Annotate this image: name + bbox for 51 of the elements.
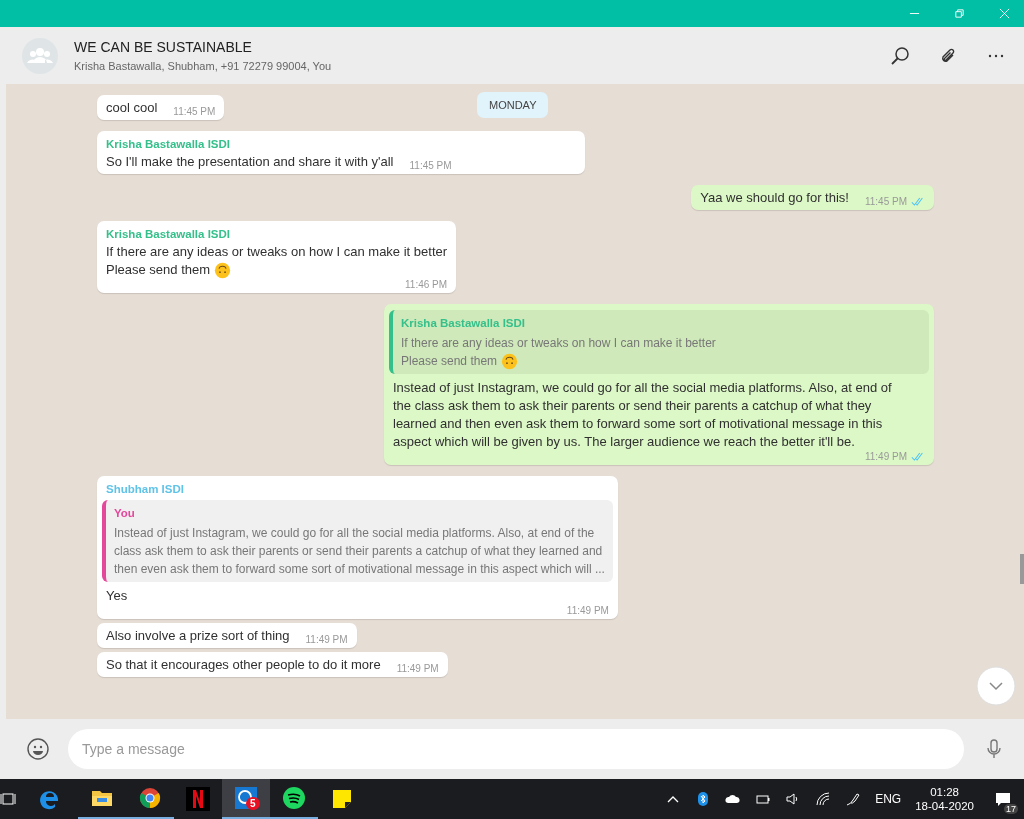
message-input[interactable]: Type a message xyxy=(68,729,964,769)
quoted-message[interactable]: Krisha Bastawalla ISDI If there are any ideas or tweaks on how I can make it better Please send them xyxy=(389,310,929,374)
scrollbar-thumb[interactable] xyxy=(1020,554,1024,584)
quote-author: You xyxy=(114,506,136,521)
message-time: 11:49 PM xyxy=(305,634,348,645)
group-name[interactable]: WE CAN BE SUSTAINABLE xyxy=(74,39,862,55)
sticky-note-icon xyxy=(330,787,354,811)
clock-time[interactable]: 01:28 xyxy=(930,786,959,798)
sender-name: Krisha Bastawalla ISDI xyxy=(106,138,231,150)
pen-icon[interactable] xyxy=(845,791,862,807)
search-icon[interactable] xyxy=(890,45,910,66)
chrome-logo-icon xyxy=(138,786,162,810)
message-text: Also involve a prize sort of thing xyxy=(106,627,290,645)
message-time: 11:49 PM xyxy=(396,663,439,674)
message-time: 11:45 PM xyxy=(409,160,452,171)
message-time: 11:46 PM xyxy=(405,279,448,290)
message-time: 11:49 PM xyxy=(864,451,907,462)
message-text: So that it encourages other people to do it more xyxy=(106,656,381,674)
quote-text: Please send them xyxy=(401,353,498,370)
message-text: So I'll make the presentation and share it with y'all xyxy=(106,153,394,171)
message-text: Yaa we should go for this! xyxy=(700,189,849,207)
action-center-button[interactable]: 17 xyxy=(988,784,1018,814)
message-icon xyxy=(995,791,1011,807)
message-text: Please send them xyxy=(106,261,211,279)
task-view-icon[interactable] xyxy=(0,791,16,807)
message-time: 11:45 PM xyxy=(173,106,216,117)
participants-list: Krisha Bastawalla, Shubham, +91 72279 99004, You xyxy=(74,60,862,72)
notification-badge: 5 xyxy=(246,797,260,810)
n-logo-icon xyxy=(186,787,210,811)
message-text: cool cool xyxy=(106,99,158,117)
quote-text: Instead of just Instagram, we could go for all the social media platforms. Also, at end of the xyxy=(114,525,595,542)
quote-text: If there are any ideas or tweaks on how I can make it better xyxy=(401,335,716,352)
quoted-message[interactable] xyxy=(102,500,613,582)
language-indicator[interactable]: ENG xyxy=(875,792,902,806)
spotify-logo-icon xyxy=(282,786,306,810)
date-label: MONDAY xyxy=(477,92,549,118)
message-time: 11:49 PM xyxy=(566,605,609,616)
clock-date[interactable]: 18-04-2020 xyxy=(915,800,974,812)
sender-name: Krisha Bastawalla ISDI xyxy=(106,228,231,240)
sender-name: Shubham ISDI xyxy=(106,483,185,495)
quote-text: class ask them to ask their parents or send their parents a catchup of what they learned and xyxy=(114,543,603,560)
message-text: If there are any ideas or tweaks on how I can make it better xyxy=(106,243,448,261)
message-text: Yes xyxy=(106,587,128,605)
quote-author: Krisha Bastawalla ISDI xyxy=(401,316,526,331)
message-time: 11:45 PM xyxy=(864,196,907,207)
quote-text: then even ask them to forward some sort of motivational message in this aspect which will ... xyxy=(114,561,605,578)
wifi-icon[interactable] xyxy=(815,791,832,807)
taskbar-app[interactable]: 5 xyxy=(222,779,270,819)
smiley-icon[interactable] xyxy=(26,737,50,761)
message-text: Instead of just Instagram, we could go for all the social media platforms. Also, at end of the class ask them to ask their parents or send their parents a catchup of what they learned and then even ask them to forward some sort of motivational message in this aspect which will be given by us. The larger audience we reach the better it'll be. xyxy=(393,379,893,451)
notification-count: 17 xyxy=(1004,804,1018,814)
